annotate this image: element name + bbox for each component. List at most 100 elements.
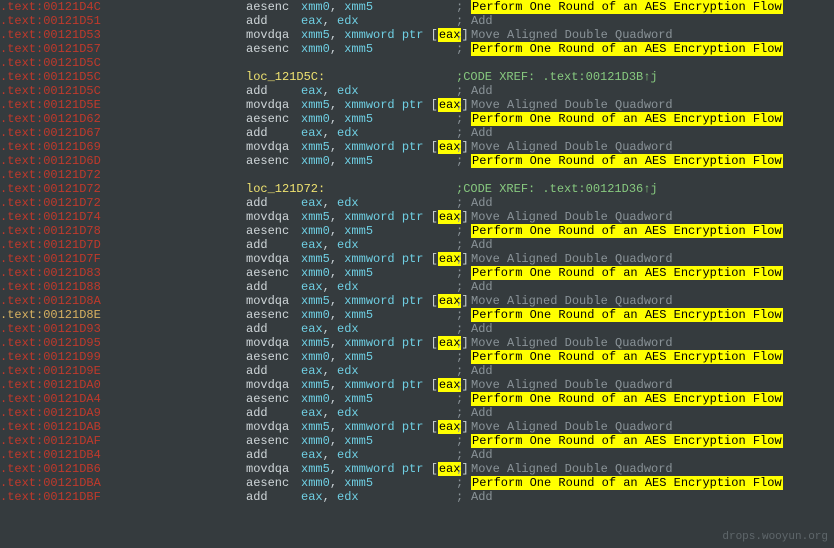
disasm-row[interactable]: .text:00121D62aesencxmm0, xmm5;Perform O…	[0, 112, 834, 126]
semicolon: ;	[456, 84, 471, 98]
comment-text: Move Aligned Double Quadword	[471, 420, 673, 434]
disasm-row[interactable]: .text:00121D69movdqaxmm5, xmmword ptr [e…	[0, 140, 834, 154]
disasm-row[interactable]: .text:00121DB4addeax, edx;Add	[0, 448, 834, 462]
disasm-row[interactable]: .text:00121D72	[0, 168, 834, 182]
address-label: .text:00121DB4	[0, 448, 190, 462]
disasm-row[interactable]: .text:00121DABmovdqaxmm5, xmmword ptr [e…	[0, 420, 834, 434]
disasm-row[interactable]: .text:00121D78aesencxmm0, xmm5;Perform O…	[0, 224, 834, 238]
disasm-row[interactable]: .text:00121D9Eaddeax, edx;Add	[0, 364, 834, 378]
disasm-row[interactable]: .text:00121D99aesencxmm0, xmm5;Perform O…	[0, 350, 834, 364]
operands: xmm5, xmmword ptr [eax]	[301, 336, 456, 350]
operands: xmm0, xmm5	[301, 350, 456, 364]
disasm-row[interactable]: .text:00121D5C	[0, 56, 834, 70]
register: eax	[301, 84, 323, 98]
address-label: .text:00121D4C	[0, 0, 190, 14]
semicolon: ;	[456, 182, 463, 196]
operands: eax, edx	[301, 364, 456, 378]
disasm-row[interactable]: .text:00121DB6movdqaxmm5, xmmword ptr [e…	[0, 462, 834, 476]
disasm-row[interactable]: .text:00121D95movdqaxmm5, xmmword ptr [e…	[0, 336, 834, 350]
disasm-row[interactable]: .text:00121D72addeax, edx;Add	[0, 196, 834, 210]
disasm-row[interactable]: .text:00121DA4aesencxmm0, xmm5;Perform O…	[0, 392, 834, 406]
register: ptr	[402, 378, 424, 392]
register: xmmword	[344, 140, 394, 154]
disasm-row[interactable]: .text:00121D51addeax, edx;Add	[0, 14, 834, 28]
operands: eax, edx	[301, 322, 456, 336]
disasm-row[interactable]: .text:00121DBAaesencxmm0, xmm5;Perform O…	[0, 476, 834, 490]
address-label: .text:00121D51	[0, 14, 190, 28]
register: edx	[337, 14, 359, 28]
mnemonic: add	[246, 364, 301, 378]
semicolon: ;	[456, 0, 471, 14]
xref-label[interactable]: CODE XREF: .text:00121D3B	[463, 70, 643, 84]
comment-text: Move Aligned Double Quadword	[471, 140, 673, 154]
register: xmm5	[301, 140, 330, 154]
semicolon: ;	[456, 476, 471, 490]
address-label: .text:00121D8A	[0, 294, 190, 308]
disasm-row[interactable]: .text:00121D7Daddeax, edx;Add	[0, 238, 834, 252]
operands: xmm0, xmm5	[301, 476, 456, 490]
register: xmm0	[301, 308, 330, 322]
semicolon: ;	[456, 490, 471, 504]
register: eax	[301, 280, 323, 294]
disasm-row[interactable]: .text:00121D93addeax, edx;Add	[0, 322, 834, 336]
disasm-row[interactable]: .text:00121DA9addeax, edx;Add	[0, 406, 834, 420]
disasm-row[interactable]: .text:00121D4Caesencxmm0, xmm5;Perform O…	[0, 0, 834, 14]
address-label: .text:00121D69	[0, 140, 190, 154]
register: edx	[337, 448, 359, 462]
disasm-row[interactable]: .text:00121D53movdqaxmm5, xmmword ptr [e…	[0, 28, 834, 42]
disasm-row[interactable]: .text:00121DAFaesencxmm0, xmm5;Perform O…	[0, 434, 834, 448]
disasm-row[interactable]: .text:00121DA0movdqaxmm5, xmmword ptr [e…	[0, 378, 834, 392]
disasm-row[interactable]: .text:00121D5Caddeax, edx;Add	[0, 84, 834, 98]
disasm-row[interactable]: .text:00121D7Fmovdqaxmm5, xmmword ptr [e…	[0, 252, 834, 266]
comment-text: Add	[471, 84, 493, 98]
mnemonic: movdqa	[246, 294, 301, 308]
disasm-row[interactable]: .text:00121D8Amovdqaxmm5, xmmword ptr [e…	[0, 294, 834, 308]
register: edx	[337, 490, 359, 504]
comment-text: Add	[471, 448, 493, 462]
comment-text: Perform One Round of an AES Encryption F…	[471, 154, 783, 168]
mnemonic: movdqa	[246, 210, 301, 224]
disasm-row[interactable]: .text:00121D5Cloc_121D5C:; CODE XREF: .t…	[0, 70, 834, 84]
disasm-row[interactable]: .text:00121D67addeax, edx;Add	[0, 126, 834, 140]
disasm-row[interactable]: .text:00121D74movdqaxmm5, xmmword ptr [e…	[0, 210, 834, 224]
location-label[interactable]: loc_121D72:	[246, 182, 456, 196]
disasm-row[interactable]: .text:00121D72loc_121D72:; CODE XREF: .t…	[0, 182, 834, 196]
xref-label[interactable]: CODE XREF: .text:00121D36	[463, 182, 643, 196]
disasm-row[interactable]: .text:00121D88addeax, edx;Add	[0, 280, 834, 294]
semicolon: ;	[456, 70, 463, 84]
comment-text: Add	[471, 14, 493, 28]
disasm-row[interactable]: .text:00121D57aesencxmm0, xmm5;Perform O…	[0, 42, 834, 56]
operands: xmm0, xmm5	[301, 0, 456, 14]
register: edx	[337, 84, 359, 98]
disasm-row[interactable]: .text:00121D83aesencxmm0, xmm5;Perform O…	[0, 266, 834, 280]
semicolon: ;	[456, 378, 471, 392]
register: xmmword	[344, 378, 394, 392]
location-label[interactable]: loc_121D5C:	[246, 70, 456, 84]
address-label: .text:00121DAB	[0, 420, 190, 434]
semicolon: ;	[456, 238, 471, 252]
up-arrow-icon: ↑j	[643, 70, 657, 84]
disasm-row[interactable]: .text:00121DBFaddeax, edx;Add	[0, 490, 834, 504]
operands: eax, edx	[301, 280, 456, 294]
operands: xmm0, xmm5	[301, 42, 456, 56]
register: xmmword	[344, 252, 394, 266]
semicolon: ;	[456, 28, 471, 42]
semicolon: ;	[456, 420, 471, 434]
address-label: .text:00121D57	[0, 42, 190, 56]
register: edx	[337, 126, 359, 140]
disassembly-listing[interactable]: .text:00121D4Caesencxmm0, xmm5;Perform O…	[0, 0, 834, 504]
disasm-row[interactable]: .text:00121D5Emovdqaxmm5, xmmword ptr [e…	[0, 98, 834, 112]
comment-text: Perform One Round of an AES Encryption F…	[471, 0, 783, 14]
address-label: .text:00121D78	[0, 224, 190, 238]
register: xmm0	[301, 154, 330, 168]
disasm-row[interactable]: .text:00121D8Eaesencxmm0, xmm5;Perform O…	[0, 308, 834, 322]
register: ptr	[402, 294, 424, 308]
register: xmm5	[344, 42, 373, 56]
comment-text: Add	[471, 364, 493, 378]
operands: xmm5, xmmword ptr [eax]	[301, 140, 456, 154]
disasm-row[interactable]: .text:00121D6Daesencxmm0, xmm5;Perform O…	[0, 154, 834, 168]
register: xmmword	[344, 98, 394, 112]
register: xmm5	[301, 336, 330, 350]
comment-text: Add	[471, 196, 493, 210]
address-label: .text:00121DB6	[0, 462, 190, 476]
